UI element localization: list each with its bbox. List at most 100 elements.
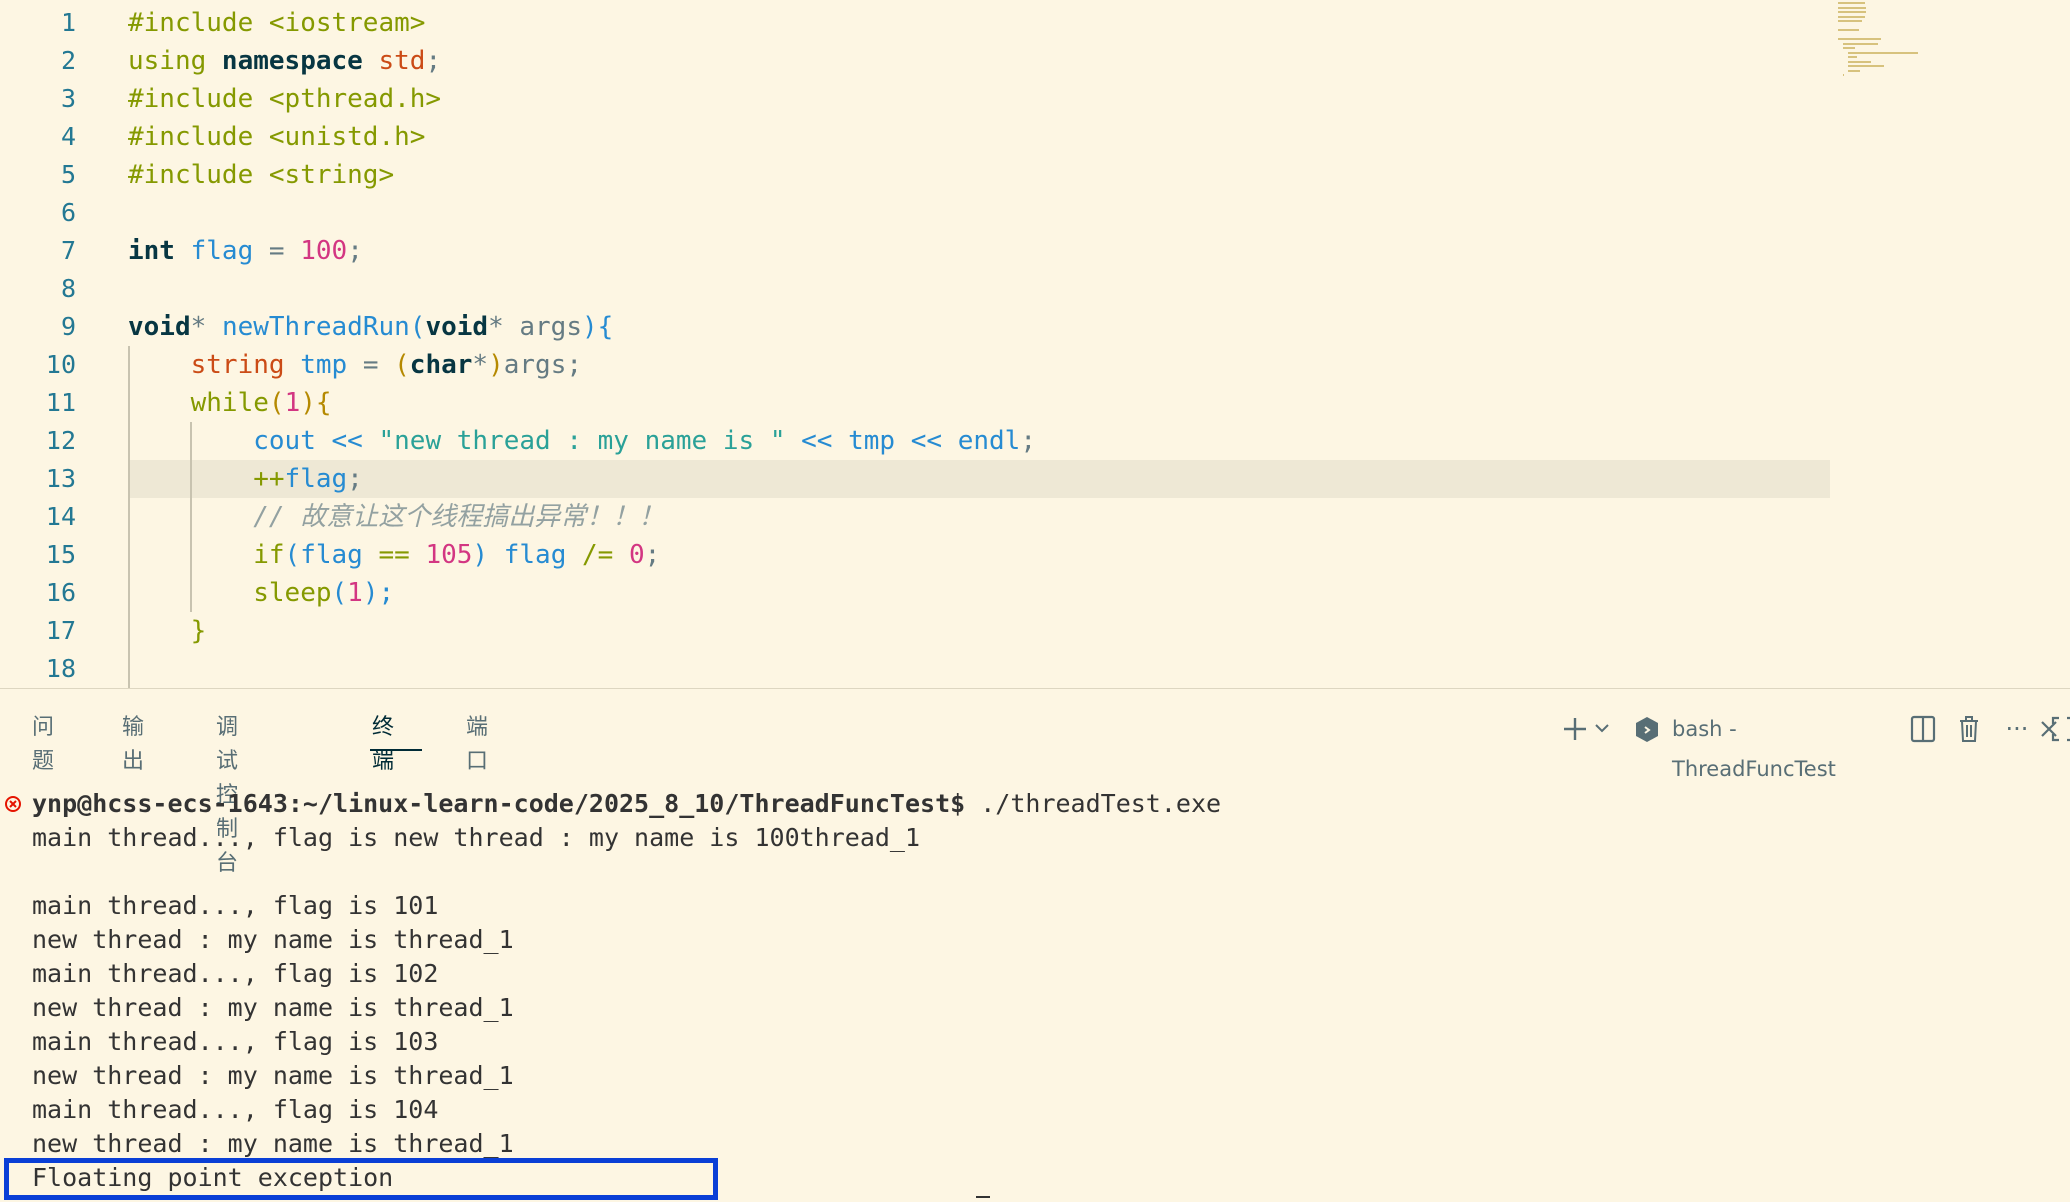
- code-token: (: [409, 312, 426, 342]
- tab-problems[interactable]: 问题: [32, 711, 54, 774]
- trash-icon[interactable]: [1954, 709, 1984, 749]
- code-text: }: [128, 612, 207, 650]
- code-token: args: [519, 312, 582, 342]
- code-text: int flag = 100;: [128, 232, 363, 270]
- code-line[interactable]: 17 }: [0, 612, 1830, 650]
- code-line[interactable]: 15 if(flag == 105) flag /= 0;: [0, 536, 1830, 574]
- code-line[interactable]: 1 #include <iostream>: [0, 4, 1830, 42]
- code-token: *: [488, 312, 520, 342]
- minimap-line: [1838, 29, 1859, 31]
- code-token: int: [128, 236, 191, 266]
- code-token: "new thread : my name is ": [378, 426, 786, 456]
- terminal-line: main thread..., flag is 101: [32, 891, 439, 920]
- code-line[interactable]: 8: [0, 270, 1830, 308]
- code-token: #include: [128, 160, 269, 190]
- code-text: #include <pthread.h>: [128, 80, 441, 118]
- terminal-prompt-line: ynp@hcss-ecs-1643:~/linux-learn-code/202…: [32, 787, 1221, 821]
- line-number: 8: [60, 274, 76, 303]
- code-line[interactable]: 3 #include <pthread.h>: [0, 80, 1830, 118]
- code-token: <pthread.h>: [268, 84, 442, 114]
- line-number: 5: [60, 160, 76, 189]
- code-line[interactable]: 2 using namespace std;: [0, 42, 1830, 80]
- tab-terminal[interactable]: 终端: [372, 711, 394, 774]
- terminal-output[interactable]: ynp@hcss-ecs-1643:~/linux-learn-code/202…: [0, 787, 2070, 1202]
- code-token: 0: [628, 540, 645, 570]
- code-token: ;: [347, 464, 363, 494]
- terminal-line: main thread..., flag is 103: [32, 1027, 439, 1056]
- code-line[interactable]: 13 ++flag;: [0, 460, 1830, 498]
- code-text: void* newThreadRun(void* args){: [128, 308, 613, 346]
- tab-debug-console[interactable]: 调试控制台: [216, 711, 238, 876]
- code-token: while: [190, 388, 269, 418]
- code-token: 100: [300, 236, 348, 266]
- code-token: flag: [190, 236, 254, 266]
- line-number: 4: [60, 122, 76, 151]
- code-line[interactable]: 12 cout << "new thread : my name is " <<…: [0, 422, 1830, 460]
- code-token: ==: [362, 540, 426, 570]
- code-text: ++flag;: [128, 460, 363, 498]
- error-status-icon: [4, 795, 22, 813]
- line-number: 17: [45, 616, 76, 645]
- close-icon[interactable]: [2034, 709, 2064, 749]
- tab-ports[interactable]: 端口: [466, 711, 488, 774]
- minimap-line: [1838, 15, 1865, 18]
- code-line[interactable]: 9 void* newThreadRun(void* args){: [0, 308, 1830, 346]
- code-token: args;: [503, 350, 583, 380]
- code-token: ): [472, 540, 504, 570]
- terminal-command: ./threadTest.exe: [965, 789, 1222, 818]
- code-text: string tmp = (char*)args;: [128, 346, 582, 384]
- minimap-line: [1847, 65, 1884, 67]
- code-token: ;: [425, 46, 442, 76]
- code-line[interactable]: 18: [0, 650, 1830, 688]
- code-token: char: [409, 350, 473, 380]
- code-token: 105: [425, 540, 473, 570]
- code-token: ){: [300, 388, 332, 418]
- code-token: ;: [347, 236, 363, 266]
- code-editor[interactable]: 1 #include <iostream> 2 using namespace std…: [0, 0, 2070, 688]
- tab-output[interactable]: 输出: [122, 711, 144, 774]
- code-token: ){: [582, 312, 614, 342]
- chevron-down-icon[interactable]: [1592, 709, 1612, 749]
- panel-toolbar: bash - ThreadFuncTest ···: [1470, 709, 2070, 781]
- code-token: (: [268, 388, 285, 418]
- code-token: tmp: [300, 350, 348, 380]
- code-line[interactable]: 4 #include <unistd.h>: [0, 118, 1830, 156]
- code-line[interactable]: 11 while(1){: [0, 384, 1830, 422]
- code-token: 1: [347, 578, 363, 608]
- minimap-line: [1847, 60, 1872, 63]
- minimap-line: [1842, 74, 1845, 76]
- code-line[interactable]: 6: [0, 194, 1830, 232]
- code-token: (: [331, 578, 348, 608]
- code-token: namespace: [221, 46, 379, 76]
- code-token: void: [425, 312, 489, 342]
- code-text: // 故意让这个线程搞出异常！！！: [128, 498, 664, 536]
- plus-icon[interactable]: [1560, 709, 1590, 749]
- code-text: cout << "new thread : my name is " << tm…: [128, 422, 1036, 460]
- code-token: tmp: [848, 426, 896, 456]
- code-token: flag: [503, 540, 567, 570]
- split-icon[interactable]: [1908, 709, 1938, 749]
- code-line[interactable]: 7 int flag = 100;: [0, 232, 1830, 270]
- code-token: #include: [128, 8, 269, 38]
- code-token: <<: [315, 426, 379, 456]
- line-number: 18: [45, 654, 76, 683]
- terminal-line: main thread..., flag is 104: [32, 1095, 439, 1124]
- code-token: <unistd.h>: [268, 122, 426, 152]
- code-line[interactable]: 14 // 故意让这个线程搞出异常！！！: [0, 498, 1830, 536]
- minimap-line: [1847, 69, 1861, 72]
- code-line[interactable]: 10 string tmp = (char*)args;: [0, 346, 1830, 384]
- line-number: 7: [60, 236, 76, 265]
- more-icon[interactable]: ···: [2002, 709, 2032, 749]
- terminal-line: new thread : my name is thread_1: [32, 1129, 514, 1158]
- code-token: <string>: [268, 160, 395, 190]
- terminal-cursor: [976, 1196, 990, 1198]
- code-token: newThreadRun: [221, 312, 410, 342]
- code-line[interactable]: 5 #include <string>: [0, 156, 1830, 194]
- code-token: void: [128, 312, 191, 342]
- terminal-name[interactable]: bash - ThreadFuncTest: [1672, 709, 1894, 781]
- code-line[interactable]: 16 sleep(1);: [0, 574, 1830, 612]
- minimap-line: [1838, 11, 1866, 13]
- minimap[interactable]: [1838, 0, 1998, 140]
